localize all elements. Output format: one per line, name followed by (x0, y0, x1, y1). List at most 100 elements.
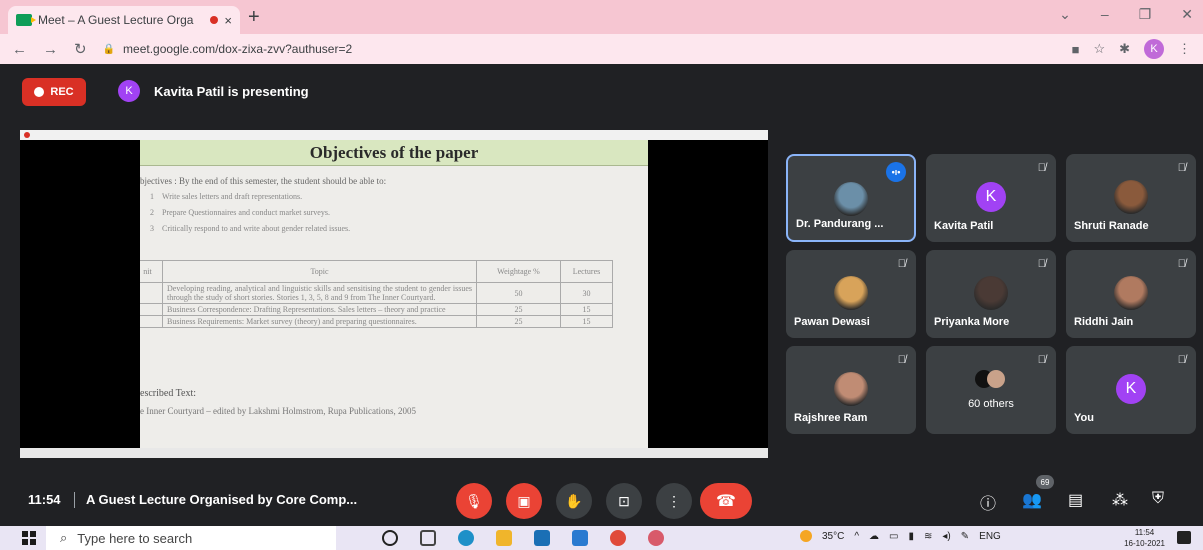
battery-icon[interactable]: ▮ (909, 531, 915, 542)
wifi-icon[interactable]: ≋ (924, 531, 932, 542)
windows-start-icon[interactable] (22, 531, 36, 545)
people-icon[interactable]: 👥 (1022, 490, 1042, 510)
mic-off-button[interactable]: 🎙 (456, 483, 492, 519)
store-icon[interactable] (534, 530, 550, 546)
participant-tile[interactable]: 🎙̸ 60 others (926, 346, 1056, 434)
participant-photo (1114, 276, 1148, 310)
participant-photo (834, 182, 868, 216)
recording-indicator-icon (210, 16, 219, 24)
system-tray: 35°C ^ ☁ ▭ ▮ ≋ ◂) ✎ ENG (800, 530, 1001, 542)
file-explorer-icon[interactable] (496, 530, 512, 546)
participant-name: Rajshree Ram (794, 412, 868, 424)
camera-permission-icon[interactable]: ■ (1072, 42, 1080, 57)
new-tab-button[interactable]: + (248, 6, 260, 29)
cloud-icon[interactable]: ☁ (869, 531, 879, 542)
mic-off-icon: 🎙 (465, 492, 483, 509)
task-view-icon[interactable] (420, 530, 436, 546)
language-indicator[interactable]: ENG (979, 531, 1001, 542)
tab-title: Meet – A Guest Lecture Orga (38, 13, 194, 27)
notification-center-icon[interactable] (1177, 531, 1191, 544)
mic-muted-icon: 🎙̸ (1177, 354, 1186, 366)
pen-icon[interactable]: ✎ (961, 531, 969, 542)
edge-icon[interactable] (458, 530, 474, 546)
volume-icon[interactable]: ◂) (942, 531, 950, 542)
extensions-icon[interactable]: ✱ (1119, 41, 1130, 57)
mail-icon[interactable] (572, 530, 588, 546)
header-lectures: Lectures (560, 260, 613, 283)
participant-avatar: K (976, 182, 1006, 212)
mic-muted-icon: 🎙̸ (1177, 162, 1186, 174)
prescribed-heading: escribed Text: (140, 388, 197, 399)
browser-tab-bar: Meet – A Guest Lecture Orga × + ⌄ – ❐ ✕ (0, 0, 1203, 34)
present-button[interactable]: ⊡ (606, 483, 642, 519)
participant-name: 60 others (968, 398, 1014, 410)
mic-muted-icon: 🎙̸ (1037, 258, 1046, 270)
participant-tile[interactable]: 🎙̸ Pawan Dewasi (786, 250, 916, 338)
back-icon[interactable]: ← (12, 41, 27, 58)
tab-search-icon[interactable]: ⌄ (1059, 6, 1071, 23)
toolbar-right: ■ ☆ ✱ K ⋮ (1072, 39, 1191, 59)
participant-tile[interactable]: 🎙̸ K You (1066, 346, 1196, 434)
taskbar-apps (382, 530, 664, 546)
reload-icon[interactable]: ↻ (74, 40, 87, 58)
participant-tile[interactable]: 🎙̸ K Kavita Patil (926, 154, 1056, 242)
participant-tile[interactable]: 🎙̸ Priyanka More (926, 250, 1056, 338)
meet-favicon-icon (16, 14, 36, 26)
camera-off-button[interactable]: ▣ (506, 483, 542, 519)
speaking-indicator-icon: •ı• (886, 162, 906, 182)
chat-icon[interactable]: ▤ (1068, 490, 1083, 510)
meeting-title: A Guest Lecture Organised by Core Comp..… (86, 492, 358, 507)
participant-name: Dr. Pandurang ... (796, 218, 884, 230)
recording-badge[interactable]: REC (22, 78, 86, 106)
participant-name: Kavita Patil (934, 220, 994, 232)
forward-icon[interactable]: → (43, 41, 58, 58)
objectives-intro: bjectives : By the end of this semester,… (140, 176, 387, 186)
restore-button[interactable]: ❐ (1139, 6, 1152, 23)
taskbar-search[interactable]: ⌕ Type here to search (46, 526, 336, 550)
more-options-button[interactable]: ⋮ (656, 483, 692, 519)
lock-icon[interactable]: 🔒 (103, 44, 115, 55)
chrome-profile-icon[interactable] (648, 530, 664, 546)
weather-icon[interactable] (800, 530, 812, 542)
presenter-banner: K Kavita Patil is presenting (118, 80, 309, 102)
participant-tile[interactable]: •ı• Dr. Pandurang ... (786, 154, 916, 242)
meet-control-bar: 11:54 A Guest Lecture Organised by Core … (0, 474, 1203, 526)
search-icon: ⌕ (60, 530, 68, 545)
info-icon[interactable]: ⓘ (980, 490, 996, 514)
raise-hand-button[interactable]: ✋ (556, 483, 592, 519)
browser-tab[interactable]: Meet – A Guest Lecture Orga × (8, 6, 240, 34)
chrome-icon[interactable] (610, 530, 626, 546)
close-window-button[interactable]: ✕ (1181, 6, 1193, 23)
taskbar-clock[interactable]: 11:54 16-10-2021 (1124, 527, 1165, 549)
minimize-button[interactable]: – (1101, 6, 1109, 23)
app-icon (24, 132, 30, 138)
activities-icon[interactable]: ⁂ (1112, 490, 1128, 510)
participant-tile[interactable]: 🎙̸ Shruti Ranade (1066, 154, 1196, 242)
divider (74, 492, 75, 508)
omnibox[interactable]: 🔒 meet.google.com/dox-zixa-zvv?authuser=… (103, 37, 1056, 61)
bookmark-star-icon[interactable]: ☆ (1093, 41, 1105, 57)
device-icon[interactable]: ▭ (889, 531, 898, 542)
table-header-row: nit Topic Weightage % Lectures (140, 260, 613, 283)
browser-menu-icon[interactable]: ⋮ (1178, 41, 1191, 57)
participant-tile[interactable]: 🎙̸ Rajshree Ram (786, 346, 916, 434)
windows-taskbar: ⌕ Type here to search 35°C ^ ☁ ▭ ▮ ≋ ◂) … (0, 526, 1203, 550)
meet-window: REC K Kavita Patil is presenting Objecti… (0, 64, 1203, 526)
table-row: Business Requirements: Market survey (th… (140, 315, 613, 328)
tray-expand-icon[interactable]: ^ (854, 531, 859, 542)
people-count-badge: 69 (1036, 475, 1054, 489)
participant-name: Shruti Ranade (1074, 220, 1149, 232)
slide-title: Objectives of the paper (140, 140, 648, 166)
host-controls-icon[interactable]: ⛨ (1152, 490, 1164, 508)
participant-tile[interactable]: 🎙̸ Riddhi Jain (1066, 250, 1196, 338)
cortana-icon[interactable] (382, 530, 398, 546)
participant-name: You (1074, 412, 1094, 424)
mic-muted-icon: 🎙̸ (1177, 258, 1186, 270)
camera-off-icon: ▣ (517, 492, 531, 509)
url-text[interactable]: meet.google.com/dox-zixa-zvv?authuser=2 (123, 42, 352, 56)
profile-avatar[interactable]: K (1144, 39, 1164, 59)
objectives-list: 1 Write sales letters and draft represent… (150, 189, 350, 237)
end-call-button[interactable]: ☎ (700, 483, 752, 519)
tab-close-icon[interactable]: × (224, 13, 232, 28)
list-item: 2 Prepare Questionnaires and conduct mark… (150, 208, 330, 217)
